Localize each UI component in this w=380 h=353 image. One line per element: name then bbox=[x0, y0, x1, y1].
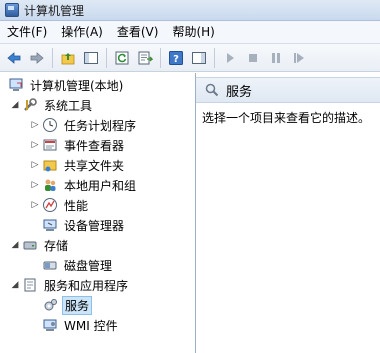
tree-item-shared-folders[interactable]: ▷ 共享文件夹 bbox=[30, 155, 126, 175]
forward-button[interactable] bbox=[27, 48, 47, 68]
refresh-icon bbox=[115, 51, 129, 64]
details-title: 服务 bbox=[226, 84, 253, 100]
refresh-button[interactable] bbox=[112, 48, 132, 68]
clock-icon bbox=[42, 117, 58, 133]
tree-item-device-manager[interactable]: 设备管理器 bbox=[30, 215, 126, 235]
computer-management-icon bbox=[8, 77, 24, 93]
menu-file[interactable]: 文件(F) bbox=[0, 21, 54, 43]
menu-view[interactable]: 查看(V) bbox=[110, 21, 166, 43]
tree-item-storage[interactable]: ◢ 存储 bbox=[10, 235, 70, 255]
tools-icon bbox=[22, 97, 38, 113]
expand-arrow-icon[interactable]: ▷ bbox=[30, 120, 40, 130]
help-icon: ? bbox=[169, 50, 183, 65]
tree-item-performance[interactable]: ▷ 性能 bbox=[30, 195, 90, 215]
restart-service-button[interactable] bbox=[289, 48, 309, 68]
title-bar: 计算机管理 bbox=[0, 0, 380, 21]
services-applications-icon bbox=[22, 277, 38, 293]
menu-help[interactable]: 帮助(H) bbox=[165, 21, 221, 43]
wmi-control-icon bbox=[42, 317, 58, 333]
disk-icon bbox=[42, 257, 58, 273]
event-viewer-icon bbox=[42, 137, 58, 153]
details-pane: 服务 选择一个项目来查看它的描述。 bbox=[196, 73, 380, 353]
tree-label: 性能 bbox=[64, 198, 89, 213]
tree-label: 任务计划程序 bbox=[64, 118, 137, 133]
stop-service-button[interactable] bbox=[243, 48, 263, 68]
tree-item-local-users-groups[interactable]: ▷ 本地用户和组 bbox=[30, 175, 138, 195]
folder-up-icon bbox=[61, 52, 75, 64]
svg-text:?: ? bbox=[173, 54, 179, 65]
toolbar-separator bbox=[106, 47, 107, 68]
show-hide-console-tree-button[interactable] bbox=[81, 48, 101, 68]
tree-item-task-scheduler[interactable]: ▷ 任务计划程序 bbox=[30, 115, 138, 135]
tree-label: 事件查看器 bbox=[64, 138, 125, 153]
tree-label: 存储 bbox=[44, 238, 69, 253]
collapse-arrow-icon[interactable]: ◢ bbox=[10, 280, 20, 290]
services-gear-icon bbox=[42, 297, 58, 313]
pause-icon bbox=[272, 52, 280, 63]
back-arrow-icon bbox=[7, 51, 21, 64]
menu-bar: 文件(F) 操作(A) 查看(V) 帮助(H) bbox=[0, 21, 380, 44]
expand-arrow-icon[interactable]: ▷ bbox=[30, 140, 40, 150]
console-tree: 计算机管理(本地) ◢ 系统工具 ▷ 任务计划程序 ▷ 事件查看器 ▷ 共享文件… bbox=[0, 73, 196, 353]
toolbar-separator bbox=[52, 47, 53, 68]
restart-icon bbox=[294, 52, 304, 63]
forward-arrow-icon bbox=[30, 51, 44, 64]
action-pane-icon bbox=[192, 51, 206, 64]
tree-item-computer-management[interactable]: 计算机管理(本地) bbox=[4, 75, 125, 95]
tree-label: 设备管理器 bbox=[64, 218, 125, 233]
menu-action[interactable]: 操作(A) bbox=[54, 21, 110, 43]
up-one-level-button[interactable] bbox=[58, 48, 78, 68]
play-icon bbox=[227, 52, 234, 63]
expand-arrow-icon[interactable]: ▷ bbox=[30, 180, 40, 190]
device-manager-icon bbox=[42, 217, 58, 233]
toolbar-separator bbox=[214, 47, 215, 68]
storage-icon bbox=[22, 237, 38, 253]
tree-item-wmi-control[interactable]: WMI 控件 bbox=[30, 315, 120, 335]
shared-folder-icon bbox=[42, 157, 58, 173]
tree-label: 服务 bbox=[62, 295, 93, 315]
performance-icon bbox=[42, 197, 58, 213]
tree-item-disk-management[interactable]: 磁盘管理 bbox=[30, 255, 114, 275]
help-button[interactable]: ? bbox=[166, 48, 186, 68]
computer-management-icon bbox=[5, 3, 19, 17]
show-hide-action-pane-button[interactable] bbox=[189, 48, 209, 68]
expand-arrow-icon[interactable]: ▷ bbox=[30, 200, 40, 210]
toolbar-separator bbox=[160, 47, 161, 68]
export-list-button[interactable] bbox=[135, 48, 155, 68]
expand-arrow-icon[interactable]: ▷ bbox=[30, 160, 40, 170]
tree-label: 共享文件夹 bbox=[64, 158, 125, 173]
tree-label: 计算机管理(本地) bbox=[30, 78, 124, 93]
tree-label: 磁盘管理 bbox=[64, 258, 113, 273]
collapse-arrow-icon[interactable]: ◢ bbox=[10, 100, 20, 110]
pause-service-button[interactable] bbox=[266, 48, 286, 68]
tree-label: 本地用户和组 bbox=[64, 178, 137, 193]
services-search-icon bbox=[204, 82, 220, 98]
toolbar: ? bbox=[0, 44, 380, 72]
console-tree-icon bbox=[84, 51, 98, 64]
details-description: 选择一个项目来查看它的描述。 bbox=[202, 111, 371, 125]
collapse-arrow-icon[interactable]: ◢ bbox=[10, 240, 20, 250]
tree-label: 系统工具 bbox=[44, 98, 93, 113]
tree-item-services-applications[interactable]: ◢ 服务和应用程序 bbox=[10, 275, 130, 295]
details-header: 服务 bbox=[196, 77, 380, 103]
back-button[interactable] bbox=[4, 48, 24, 68]
users-icon bbox=[42, 177, 58, 193]
export-list-icon bbox=[138, 51, 153, 64]
tree-item-services[interactable]: 服务 bbox=[30, 295, 93, 315]
tree-label: WMI 控件 bbox=[64, 318, 118, 333]
tree-label: 服务和应用程序 bbox=[44, 278, 129, 293]
start-service-button[interactable] bbox=[220, 48, 240, 68]
tree-item-event-viewer[interactable]: ▷ 事件查看器 bbox=[30, 135, 126, 155]
window-title: 计算机管理 bbox=[24, 3, 85, 18]
stop-icon bbox=[249, 53, 257, 62]
tree-item-system-tools[interactable]: ◢ 系统工具 bbox=[10, 95, 94, 115]
